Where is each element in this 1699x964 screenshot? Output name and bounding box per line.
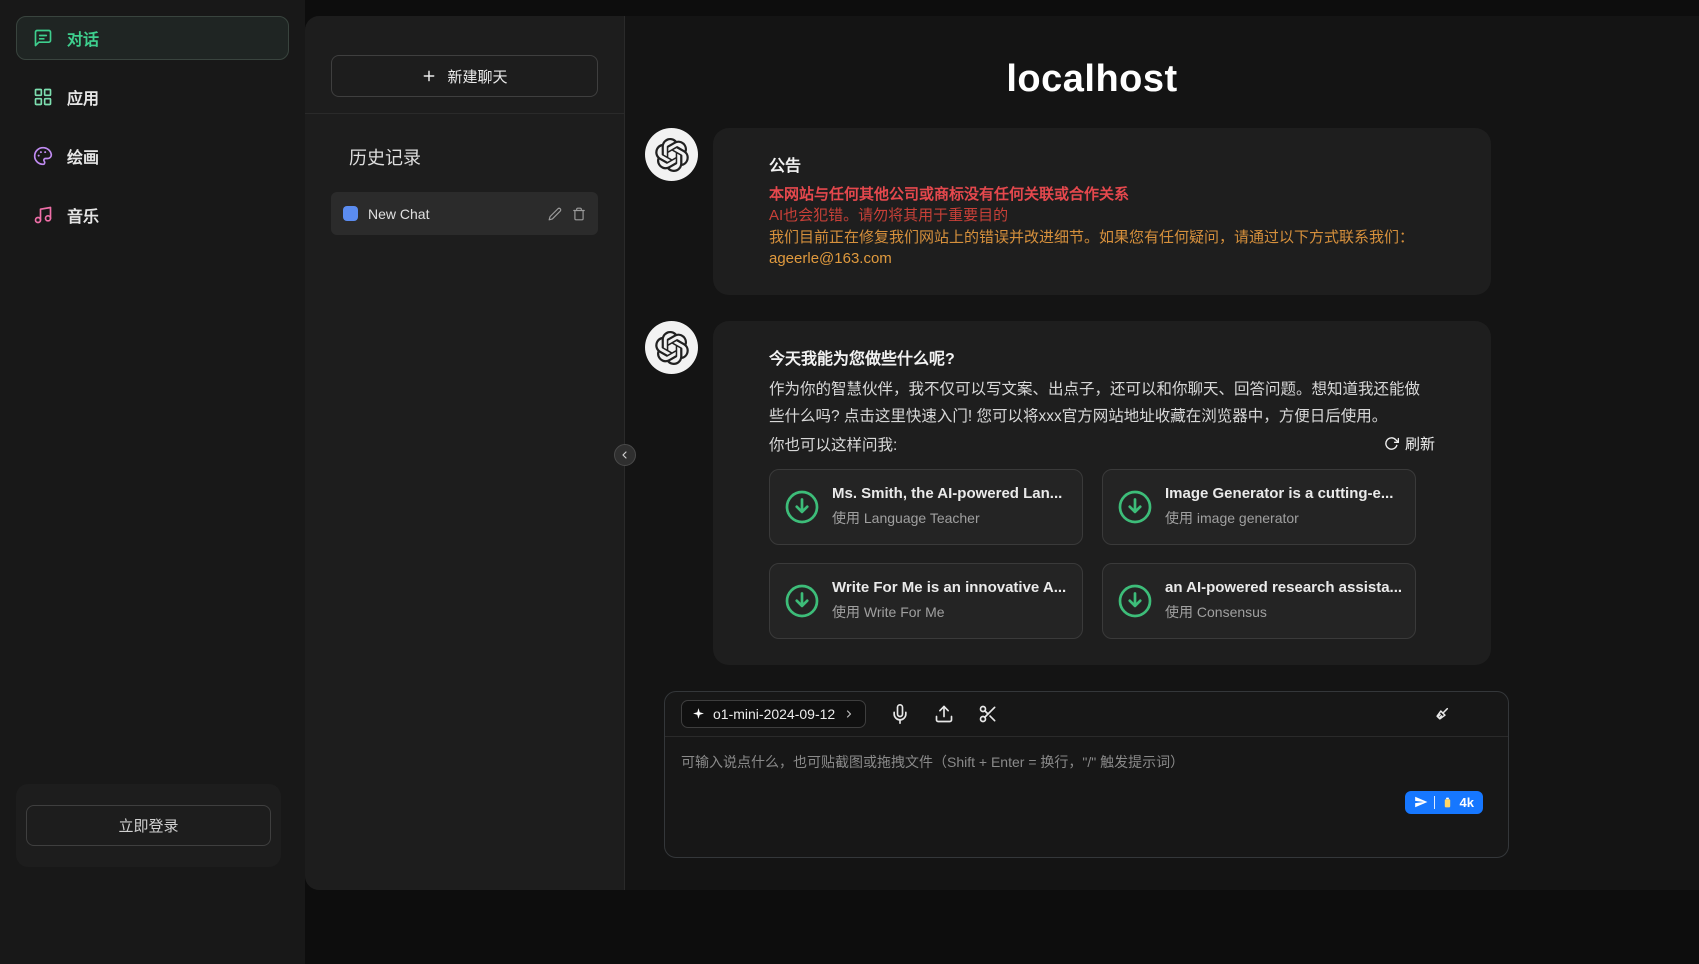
chevron-right-icon bbox=[843, 708, 855, 720]
announcement-line: AI也会犯错。请勿将其用于重要目的 bbox=[769, 205, 1443, 226]
refresh-button[interactable]: 刷新 bbox=[1384, 433, 1435, 454]
sidebar-item-apps[interactable]: 应用 bbox=[16, 75, 289, 119]
token-usage-badge[interactable]: 4k bbox=[1405, 791, 1483, 814]
apps-grid-icon bbox=[33, 87, 53, 107]
suggestion-subtitle: 使用 Consensus bbox=[1165, 602, 1401, 622]
suggestion-title: an AI-powered research assista... bbox=[1165, 579, 1401, 596]
sidebar-item-label: 应用 bbox=[67, 85, 99, 109]
suggestion-grid: Ms. Smith, the AI-powered Lan... 使用 Lang… bbox=[769, 469, 1443, 639]
sidebar-nav: 对话 应用 绘画 音乐 bbox=[0, 0, 305, 237]
chat-avatar-icon bbox=[343, 206, 358, 221]
page-title: localhost bbox=[645, 58, 1539, 101]
trash-icon[interactable] bbox=[572, 207, 586, 221]
app-root: 对话 应用 绘画 音乐 立即登录 bbox=[0, 0, 1699, 964]
message-list: 公告 本网站与任何其他公司或商标没有任何关联或合作关系 AI也会犯错。请勿将其用… bbox=[645, 128, 1539, 665]
contact-email-link[interactable]: ageerle@163.com bbox=[769, 248, 1443, 269]
announcement-heading: 公告 bbox=[769, 152, 1443, 176]
plus-icon bbox=[421, 68, 437, 84]
chat-history-item-title: New Chat bbox=[368, 206, 538, 222]
sidebar-item-music[interactable]: 音乐 bbox=[16, 193, 289, 237]
badge-divider bbox=[1434, 796, 1435, 809]
model-selector[interactable]: o1-mini-2024-09-12 bbox=[681, 700, 866, 728]
new-chat-label: 新建聊天 bbox=[447, 66, 507, 87]
suggestion-card[interactable]: Image Generator is a cutting-e... 使用 ima… bbox=[1102, 469, 1416, 545]
login-panel: 立即登录 bbox=[16, 784, 281, 867]
chat-bubble-icon bbox=[33, 28, 53, 48]
suggestion-text: Write For Me is an innovative A... 使用 Wr… bbox=[832, 579, 1066, 622]
suggestion-card[interactable]: Write For Me is an innovative A... 使用 Wr… bbox=[769, 563, 1083, 639]
suggestion-title: Write For Me is an innovative A... bbox=[832, 579, 1066, 596]
music-note-icon bbox=[33, 205, 53, 225]
suggestion-hint-row: 你也可以这样问我: 刷新 bbox=[769, 433, 1435, 455]
token-label: 4k bbox=[1460, 795, 1474, 810]
announcement-bubble: 公告 本网站与任何其他公司或商标没有任何关联或合作关系 AI也会犯错。请勿将其用… bbox=[713, 128, 1491, 295]
sidebar-item-chat[interactable]: 对话 bbox=[16, 16, 289, 60]
microphone-icon[interactable] bbox=[890, 704, 910, 724]
arrow-down-circle-icon bbox=[784, 583, 820, 619]
send-icon bbox=[1414, 795, 1428, 809]
refresh-label: 刷新 bbox=[1405, 433, 1435, 454]
announcement-line: 本网站与任何其他公司或商标没有任何关联或合作关系 bbox=[769, 184, 1443, 205]
suggestion-hint: 你也可以这样问我: bbox=[769, 433, 897, 455]
sidebar-item-label: 音乐 bbox=[67, 203, 99, 227]
suggestion-title: Image Generator is a cutting-e... bbox=[1165, 485, 1393, 502]
upload-icon[interactable] bbox=[934, 704, 954, 724]
chat-history-item[interactable]: New Chat bbox=[331, 192, 598, 235]
chat-list-panel: 新建聊天 历史记录 New Chat bbox=[305, 16, 625, 890]
arrow-down-circle-icon bbox=[1117, 583, 1153, 619]
assistant-message-welcome: 今天我能为您做些什么呢? 作为你的智慧伙伴，我不仅可以写文案、出点子，还可以和你… bbox=[645, 321, 1539, 664]
sidebar: 对话 应用 绘画 音乐 立即登录 bbox=[0, 0, 305, 964]
broom-icon[interactable] bbox=[1432, 704, 1452, 724]
suggestion-card[interactable]: an AI-powered research assista... 使用 Con… bbox=[1102, 563, 1416, 639]
chat-main: localhost 公告 本网站与任何其他公司或商标没有任何关联或合作关系 AI… bbox=[625, 16, 1699, 890]
openai-logo-icon bbox=[645, 321, 698, 374]
collapse-sidebar-button[interactable] bbox=[614, 444, 636, 466]
suggestion-text: Ms. Smith, the AI-powered Lan... 使用 Lang… bbox=[832, 485, 1062, 528]
suggestion-text: an AI-powered research assista... 使用 Con… bbox=[1165, 579, 1401, 622]
composer-toolbar: o1-mini-2024-09-12 bbox=[665, 692, 1508, 737]
composer: o1-mini-2024-09-12 bbox=[664, 691, 1509, 858]
arrow-down-circle-icon bbox=[1117, 489, 1153, 525]
announcement-line: 我们目前正在修复我们网站上的错误并改进细节。如果您有任何疑问，请通过以下方式联系… bbox=[769, 227, 1443, 248]
sparkles-icon bbox=[692, 707, 705, 720]
suggestion-card[interactable]: Ms. Smith, the AI-powered Lan... 使用 Lang… bbox=[769, 469, 1083, 545]
suggestion-subtitle: 使用 Write For Me bbox=[832, 602, 1066, 622]
sidebar-item-label: 对话 bbox=[67, 26, 99, 50]
palette-icon bbox=[33, 146, 53, 166]
suggestion-subtitle: 使用 Language Teacher bbox=[832, 508, 1062, 528]
refresh-icon bbox=[1384, 436, 1399, 451]
model-label: o1-mini-2024-09-12 bbox=[713, 706, 835, 722]
chevron-left-icon bbox=[619, 449, 631, 461]
arrow-down-circle-icon bbox=[784, 489, 820, 525]
main-panel: 新建聊天 历史记录 New Chat bbox=[305, 16, 1699, 890]
suggestion-text: Image Generator is a cutting-e... 使用 ima… bbox=[1165, 485, 1393, 528]
welcome-bubble: 今天我能为您做些什么呢? 作为你的智慧伙伴，我不仅可以写文案、出点子，还可以和你… bbox=[713, 321, 1491, 664]
suggestion-subtitle: 使用 image generator bbox=[1165, 508, 1393, 528]
edit-pencil-icon[interactable] bbox=[548, 207, 562, 221]
scissors-icon[interactable] bbox=[978, 704, 998, 724]
welcome-body: 作为你的智慧伙伴，我不仅可以写文案、出点子，还可以和你聊天、回答问题。想知道我还… bbox=[769, 377, 1435, 430]
openai-logo-icon bbox=[645, 128, 698, 181]
message-input[interactable] bbox=[665, 738, 1265, 810]
welcome-heading: 今天我能为您做些什么呢? bbox=[769, 345, 1443, 369]
chat-history-actions bbox=[548, 207, 586, 221]
login-button[interactable]: 立即登录 bbox=[26, 805, 271, 846]
new-chat-section: 新建聊天 bbox=[305, 16, 624, 114]
history-title: 历史记录 bbox=[349, 144, 624, 170]
new-chat-button[interactable]: 新建聊天 bbox=[331, 55, 598, 97]
suggestion-title: Ms. Smith, the AI-powered Lan... bbox=[832, 485, 1062, 502]
battery-icon bbox=[1441, 796, 1454, 809]
sidebar-item-drawing[interactable]: 绘画 bbox=[16, 134, 289, 178]
assistant-message-announcement: 公告 本网站与任何其他公司或商标没有任何关联或合作关系 AI也会犯错。请勿将其用… bbox=[645, 128, 1539, 295]
sidebar-item-label: 绘画 bbox=[67, 144, 99, 168]
